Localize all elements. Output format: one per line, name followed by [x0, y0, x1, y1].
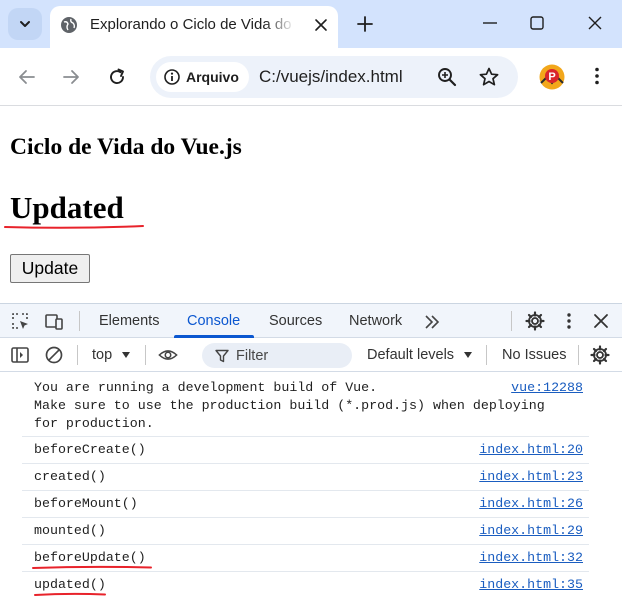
lifecycle-message: Updated	[10, 190, 124, 225]
page-heading: Ciclo de Vida do Vue.js	[10, 134, 242, 160]
console-message: beforeUpdate() index.html:32	[22, 545, 589, 572]
active-tab-indicator	[174, 335, 254, 338]
bookmark-star-icon[interactable]	[478, 66, 500, 88]
site-info-chip[interactable]: Arquivo	[156, 62, 249, 92]
dropdown-arrow-icon	[122, 352, 131, 358]
console-message: mounted() index.html:29	[22, 518, 589, 545]
sidebar-toggle-icon[interactable]	[10, 345, 30, 365]
console-source-link[interactable]: index.html:35	[479, 576, 583, 594]
close-devtools-icon[interactable]	[591, 311, 611, 331]
tab-title: Explorando o Ciclo de Vida do Vue.js	[90, 16, 295, 33]
console-message: You are running a development build of V…	[22, 373, 589, 437]
red-underline-annotation	[34, 592, 106, 596]
log-levels-label: Default levels	[367, 347, 455, 363]
console-source-link[interactable]: index.html:26	[479, 495, 583, 513]
console-filter-input[interactable]: Filter	[202, 343, 352, 368]
dropdown-arrow-icon	[464, 352, 473, 358]
live-expression-eye-icon[interactable]	[158, 345, 178, 365]
console-source-link[interactable]: index.html:20	[479, 441, 583, 459]
info-icon	[164, 69, 180, 85]
toolbar-divider	[79, 311, 80, 331]
console-message: created() index.html:23	[22, 464, 589, 491]
filter-placeholder: Filter	[236, 348, 269, 364]
chevron-down-icon	[20, 21, 30, 27]
console-message: beforeMount() index.html:26	[22, 491, 589, 518]
settings-gear-icon[interactable]	[525, 311, 545, 331]
filter-funnel-icon	[215, 349, 229, 363]
console-message-text: beforeMount()	[34, 496, 138, 511]
console-message-text: beforeCreate()	[34, 442, 146, 457]
tab-console[interactable]: Console	[187, 313, 240, 329]
tab-close-icon[interactable]	[312, 16, 330, 34]
console-settings-gear-icon[interactable]	[590, 345, 610, 365]
console-source-link[interactable]: vue:12288	[511, 379, 583, 397]
toolbar-divider	[511, 311, 512, 331]
context-selector-label: top	[92, 347, 113, 363]
browser-tabstrip: Explorando o Ciclo de Vida do Vue.js	[0, 0, 622, 48]
more-tabs-chevron-icon[interactable]	[422, 312, 442, 332]
maximize-icon[interactable]	[528, 14, 546, 32]
issues-counter[interactable]: No Issues	[502, 347, 566, 363]
tab-elements[interactable]: Elements	[99, 313, 159, 329]
site-info-label: Arquivo	[186, 69, 239, 85]
browser-toolbar: Arquivo C:/vuejs/index.html P	[0, 48, 622, 106]
devtools-tabbar: Elements Console Sources Network	[0, 304, 622, 338]
console-message-text: mounted()	[34, 523, 106, 538]
red-underline-annotation	[32, 565, 152, 569]
window-close-icon[interactable]	[586, 14, 604, 32]
console-message: updated() index.html:35	[22, 572, 589, 599]
toolbar-divider	[578, 345, 579, 365]
profile-avatar-icon[interactable]: P	[539, 64, 565, 90]
update-button[interactable]: Update	[10, 254, 90, 283]
browser-tab-active[interactable]: Explorando o Ciclo de Vida do Vue.js	[50, 6, 338, 48]
console-toolbar: top Filter Default levels No Issues	[0, 339, 622, 372]
globe-icon	[61, 17, 77, 33]
toolbar-divider	[77, 345, 78, 365]
clear-console-icon[interactable]	[44, 345, 64, 365]
new-tab-icon[interactable]	[354, 13, 376, 35]
minimize-icon[interactable]	[481, 14, 499, 32]
tab-search-button[interactable]	[8, 8, 42, 40]
devtools-panel: Elements Console Sources Network top Fil…	[0, 303, 622, 601]
forward-arrow-icon[interactable]	[60, 66, 82, 88]
console-message-text: You are running a development build of V…	[34, 380, 545, 431]
reload-icon[interactable]	[106, 66, 128, 88]
context-selector[interactable]: top	[92, 347, 131, 363]
console-source-link[interactable]: index.html:29	[479, 522, 583, 540]
page-viewport: Ciclo de Vida do Vue.js Updated Update	[0, 107, 622, 303]
browser-menu-icon[interactable]	[586, 65, 608, 87]
url-text[interactable]: C:/vuejs/index.html	[259, 67, 403, 87]
console-message-text: created()	[34, 469, 106, 484]
address-bar[interactable]: Arquivo C:/vuejs/index.html	[150, 56, 518, 98]
profile-letter: P	[548, 71, 555, 83]
devtools-menu-icon[interactable]	[559, 311, 579, 331]
back-arrow-icon[interactable]	[16, 66, 38, 88]
console-source-link[interactable]: index.html:32	[479, 549, 583, 567]
console-source-link[interactable]: index.html:23	[479, 468, 583, 486]
zoom-icon[interactable]	[436, 66, 458, 88]
log-levels-dropdown[interactable]: Default levels	[367, 347, 473, 363]
device-toolbar-icon[interactable]	[44, 311, 64, 331]
red-underline-annotation	[4, 225, 144, 229]
inspect-element-icon[interactable]	[10, 311, 30, 331]
console-message: beforeCreate() index.html:20	[22, 437, 589, 464]
tab-sources[interactable]: Sources	[269, 313, 322, 329]
toolbar-divider	[486, 345, 487, 365]
tab-network[interactable]: Network	[349, 313, 402, 329]
toolbar-divider	[145, 345, 146, 365]
